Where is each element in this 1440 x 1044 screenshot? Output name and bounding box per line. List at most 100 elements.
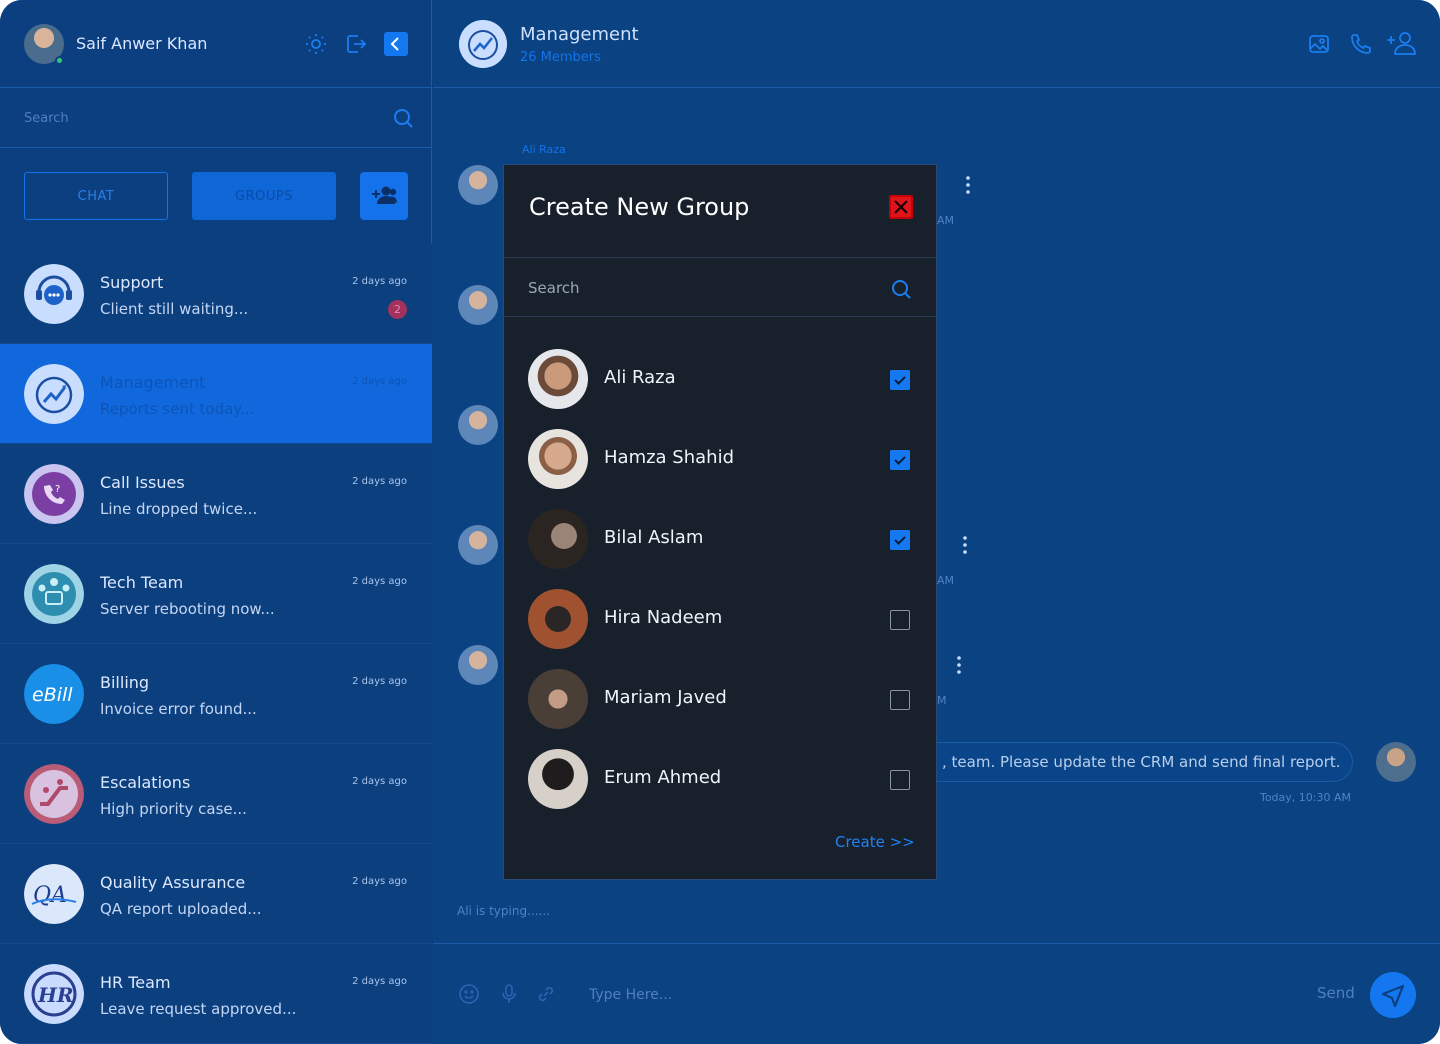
sun-icon[interactable] [304,32,328,56]
svg-text:QA: QA [33,883,67,908]
my-avatar[interactable] [1376,742,1416,782]
search-icon[interactable] [889,277,913,301]
conversation-item-hr-team[interactable]: HR HR Team Leave request approved... 2 d… [0,944,432,1044]
conversation-item-billing[interactable]: eBill Billing Invoice error found... 2 d… [0,644,432,744]
member-checkbox[interactable] [890,690,910,710]
create-group-modal: Create New Group Ali Raza Hamza Shahid B… [503,164,937,880]
add-group-button[interactable] [360,172,408,220]
unread-badge: 2 [388,300,407,319]
tab-chat[interactable]: CHAT [24,172,168,220]
conversation-preview: Invoice error found... [100,700,257,718]
close-button[interactable] [889,195,913,219]
qa-logo: QA [24,864,84,924]
logout-icon[interactable] [344,32,368,56]
conversation-time: 2 days ago [352,276,407,287]
svg-text:HR: HR [37,983,74,1007]
member-search [504,257,936,317]
tab-groups[interactable]: GROUPS [192,172,336,220]
message-avatar[interactable] [458,525,498,565]
emoji-icon[interactable] [457,982,481,1006]
escalator-icon [24,764,84,824]
member-search-input[interactable] [528,276,868,300]
paper-plane-icon [1381,984,1405,1008]
phone-icon[interactable] [1349,32,1373,56]
support-chat-icon [24,264,84,324]
conversation-name: Quality Assurance [100,873,246,892]
conversation-item-escalations[interactable]: Escalations High priority case... 2 days… [0,744,432,844]
send-label[interactable]: Send [1317,984,1355,1002]
chat-app: Saif Anwer Khan CHAT GROUPS [0,0,1440,1044]
close-icon [894,200,908,214]
message-avatar[interactable] [458,645,498,685]
conversation-item-support[interactable]: Support Client still waiting... 2 days a… [0,244,432,344]
management-growth-icon[interactable] [459,20,507,68]
member-row[interactable]: Mariam Javed [504,659,936,739]
conversation-preview: Client still waiting... [100,300,249,318]
member-avatar [528,589,588,649]
checkmark-icon [894,536,906,545]
conversation-item-tech-team[interactable]: Tech Team Server rebooting now... 2 days… [0,544,432,644]
member-checkbox[interactable] [890,370,910,390]
search-icon[interactable] [391,106,415,130]
conversation-name: Call Issues [100,473,185,492]
member-name: Hira Nadeem [604,607,723,628]
conversation-time: 2 days ago [352,576,407,587]
sidebar-search [0,88,432,148]
member-avatar [528,509,588,569]
svg-text:eBill: eBill [32,684,73,706]
member-checkbox[interactable] [890,610,910,630]
conversation-name: Billing [100,673,150,692]
sidebar-header: Saif Anwer Khan [0,0,432,88]
conversation-name: HR Team [100,973,171,992]
image-gallery-icon[interactable] [1307,32,1331,56]
message-input[interactable] [589,984,1189,1006]
hr-logo: HR [24,964,84,1024]
message-avatar[interactable] [458,405,498,445]
member-avatar [528,749,588,809]
management-growth-icon [24,364,84,424]
member-row[interactable]: Hamza Shahid [504,419,936,499]
conversation-time: 2 days ago [352,376,407,387]
member-row[interactable]: Bilal Aslam [504,499,936,579]
more-options-icon[interactable] [963,536,967,554]
member-name: Erum Ahmed [604,767,722,788]
conversation-item-call-issues[interactable]: ? Call Issues Line dropped twice... 2 da… [0,444,432,544]
conversation-item-management[interactable]: Management Reports sent today... 2 days … [0,344,432,444]
message-sender-name: Ali Raza [522,143,566,156]
chat-title: Management [520,24,639,45]
sidebar-search-input[interactable] [24,106,364,130]
message-avatar[interactable] [458,285,498,325]
member-row[interactable]: Erum Ahmed [504,739,936,819]
member-count: 26 Members [520,50,601,65]
member-checkbox[interactable] [890,530,910,550]
add-users-icon [372,186,397,204]
send-button[interactable] [1370,972,1416,1018]
member-checkbox[interactable] [890,770,910,790]
add-user-icon[interactable] [1385,30,1419,56]
checkmark-icon [894,456,906,465]
message-composer: Send [433,943,1440,1044]
chat-header: Management 26 Members [433,0,1440,88]
member-avatar [528,429,588,489]
member-checkbox[interactable] [890,450,910,470]
create-group-button[interactable]: Create >> [835,833,915,851]
attachment-link-icon[interactable] [534,982,558,1006]
sidebar: Saif Anwer Khan CHAT GROUPS [0,0,432,1044]
conversation-item-quality-assurance[interactable]: QA Quality Assurance QA report uploaded.… [0,844,432,944]
collapse-sidebar-button[interactable] [384,32,408,56]
member-name: Mariam Javed [604,687,727,708]
sidebar-tabs: CHAT GROUPS [0,148,432,244]
member-name: Ali Raza [604,367,676,388]
member-row[interactable]: Ali Raza [504,339,936,419]
message-avatar[interactable] [458,165,498,205]
conversation-name: Tech Team [100,573,184,592]
conversation-name: Escalations [100,773,191,792]
microphone-icon[interactable] [497,982,521,1006]
more-options-icon[interactable] [957,656,961,674]
online-status-dot [55,56,64,65]
more-options-icon[interactable] [966,176,970,194]
typing-indicator: Ali is typing...... [457,904,550,918]
conversation-preview: Reports sent today... [100,400,255,418]
member-row[interactable]: Hira Nadeem [504,579,936,659]
member-name: Bilal Aslam [604,527,704,548]
